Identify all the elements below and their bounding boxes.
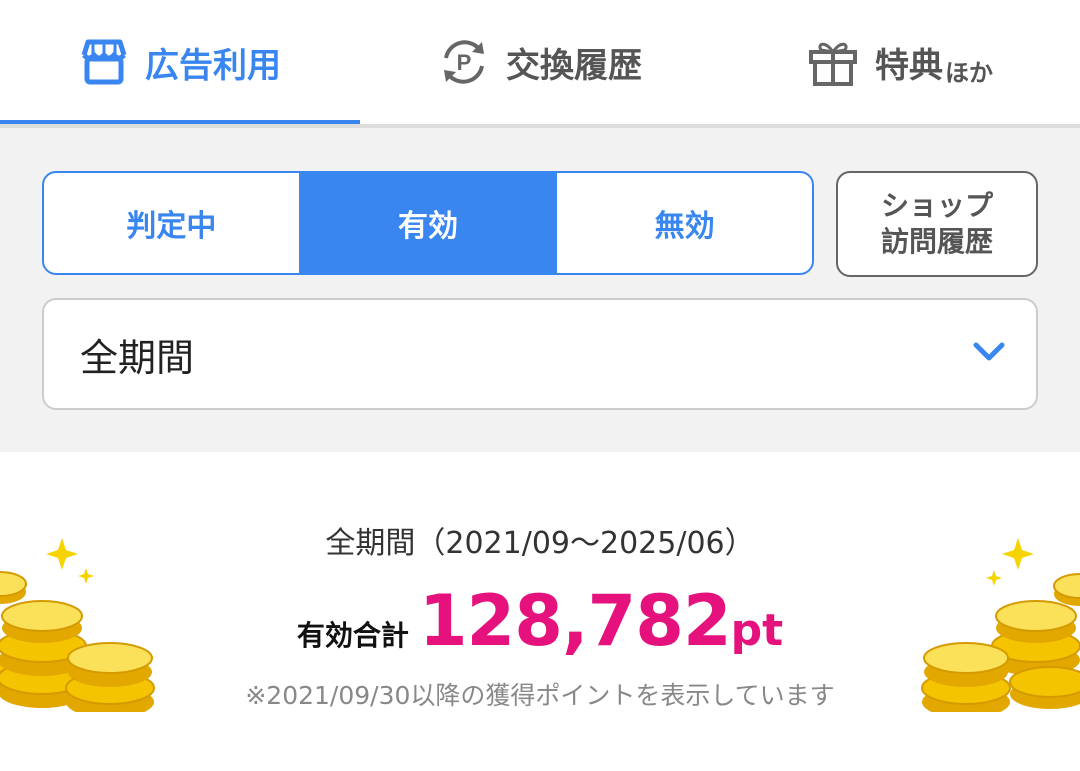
status-option-valid[interactable]: 有効 (300, 173, 558, 273)
total-label: 有効合計 (296, 619, 409, 652)
status-option-pending[interactable]: 判定中 (44, 173, 301, 273)
total-points-value: 128,782 (418, 580, 732, 662)
shop-visit-label-line2: 訪問履歴 (880, 225, 993, 258)
tab-ad-usage[interactable]: 広告利用 (0, 0, 360, 124)
svg-text:P: P (457, 50, 472, 75)
total-points-row: 有効合計 128,782pt (0, 580, 1080, 662)
status-segmented-control: 判定中 有効 無効 (42, 171, 814, 275)
coins-illustration-right (920, 532, 1080, 718)
points-summary: 全期間（2021/09〜2025/06） 有効合計 128,782pt ※2021… (0, 452, 1080, 771)
point-exchange-icon: P (438, 36, 490, 88)
period-select-value: 全期間 (80, 335, 195, 380)
tab-benefits[interactable]: 特典ほか (720, 0, 1080, 124)
tab-label: 特典ほか (875, 45, 993, 87)
tab-label: 交換履歴 (506, 45, 642, 86)
points-note: ※2021/09/30以降の獲得ポイントを表示しています (245, 681, 835, 710)
total-points-unit: pt (730, 605, 784, 656)
top-tab-bar: 広告利用 P 交換履歴 特典ほか (0, 0, 1080, 128)
gift-icon (807, 36, 859, 88)
shop-icon (79, 39, 129, 85)
tab-exchange-history[interactable]: P 交換履歴 (360, 0, 720, 124)
shop-visit-history-button[interactable]: ショップ 訪問履歴 (836, 171, 1038, 277)
period-range-text: 全期間（2021/09〜2025/06） (325, 526, 755, 561)
filter-panel: 判定中 有効 無効 ショップ 訪問履歴 全期間 (0, 128, 1080, 452)
tab-label: 広告利用 (145, 45, 281, 86)
shop-visit-label-line1: ショップ (880, 189, 993, 222)
status-option-invalid[interactable]: 無効 (557, 173, 812, 273)
period-select[interactable]: 全期間 (42, 298, 1038, 410)
chevron-down-icon (972, 341, 1006, 367)
